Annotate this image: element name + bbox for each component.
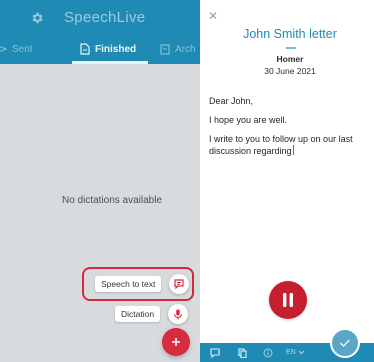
document-paragraph: Dear John, xyxy=(209,96,254,106)
tab-finished[interactable]: Finished xyxy=(80,34,136,64)
tab-sent-label: Sent xyxy=(12,43,33,55)
plus-icon xyxy=(172,338,180,346)
document-paragraph-last: I write to you to follow up on our last … xyxy=(209,134,369,157)
document-title: John Smith letter xyxy=(243,27,337,41)
pause-recording-button[interactable] xyxy=(269,281,307,319)
speech-to-text-option[interactable]: Speech to text xyxy=(95,274,190,294)
app-header: SpeechLive Sent Finished Arch xyxy=(0,0,200,64)
app-title: SpeechLive xyxy=(64,9,146,26)
document-text-area[interactable]: Dear John, I hope you are well. I write … xyxy=(209,96,369,165)
close-icon[interactable]: ✕ xyxy=(208,10,218,22)
speech-bubble-icon xyxy=(210,347,220,358)
tab-bar: Sent Finished Arch xyxy=(0,34,200,64)
copy-icon xyxy=(238,347,247,358)
dictation-label[interactable]: Dictation xyxy=(115,306,161,322)
language-selector[interactable]: EN xyxy=(286,347,305,358)
document-date: 30 June 2021 xyxy=(264,66,316,76)
send-icon xyxy=(0,45,7,53)
speech-to-text-icon xyxy=(174,279,184,289)
header-row: SpeechLive xyxy=(0,0,200,34)
tab-finished-label: Finished xyxy=(95,43,137,55)
info-button[interactable] xyxy=(263,347,273,358)
copy-button[interactable] xyxy=(238,347,247,358)
document-paragraph: I hope you are well. xyxy=(209,115,288,125)
tab-archive-label: Arch xyxy=(175,43,196,55)
document-icon xyxy=(80,43,90,55)
dictation-button[interactable] xyxy=(168,304,189,324)
info-icon xyxy=(263,348,273,357)
title-divider xyxy=(286,47,296,49)
speech-to-text-label[interactable]: Speech to text xyxy=(95,276,162,292)
speech-bubble-button[interactable] xyxy=(210,347,220,358)
document-author: Homer xyxy=(276,54,304,64)
dictation-option[interactable]: Dictation xyxy=(115,304,189,324)
check-icon xyxy=(340,339,350,347)
active-tab-indicator xyxy=(72,61,148,64)
speech-to-text-button[interactable] xyxy=(169,274,190,294)
text-cursor xyxy=(292,145,294,155)
add-fab-button[interactable] xyxy=(162,328,190,356)
language-label: EN xyxy=(286,349,296,356)
gear-icon[interactable] xyxy=(30,11,44,25)
document-paragraph-text: I write to you to follow up on our last … xyxy=(209,134,353,156)
tab-sent[interactable]: Sent xyxy=(0,34,33,64)
microphone-icon xyxy=(174,309,183,319)
dictation-list-panel: SpeechLive Sent Finished Arch No dictati… xyxy=(0,0,200,362)
archive-icon xyxy=(160,43,170,55)
empty-list-message: No dictations available xyxy=(61,195,163,206)
document-editor-panel: ✕ John Smith letter Homer 30 June 2021 D… xyxy=(200,0,374,362)
chevron-down-icon xyxy=(298,350,305,355)
confirm-button[interactable] xyxy=(330,328,360,358)
pause-icon xyxy=(283,293,293,307)
tab-archive[interactable]: Arch xyxy=(160,34,196,64)
